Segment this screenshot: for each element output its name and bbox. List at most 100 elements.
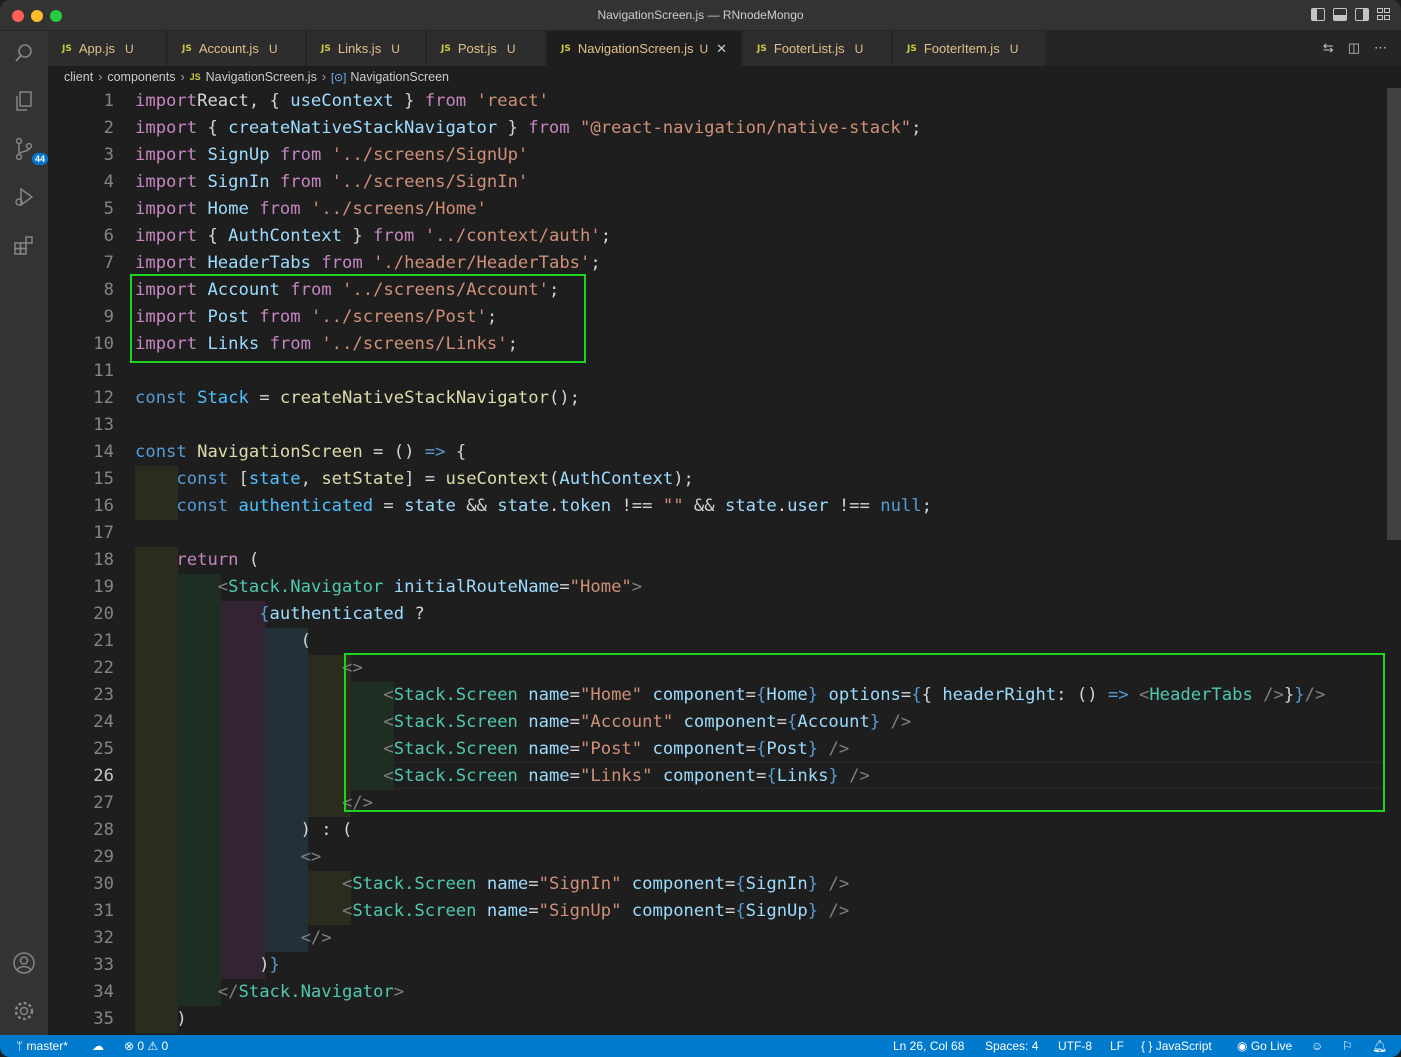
line-number: 14 xyxy=(93,442,114,462)
tab-post-js[interactable]: JS Post.js U xyxy=(427,31,546,66)
language-mode[interactable]: { } JavaScript xyxy=(1141,1039,1212,1053)
branch-status[interactable]: ᛘ master* xyxy=(16,1039,68,1053)
code-token: = xyxy=(373,496,405,516)
problems-status[interactable]: ⊗ 0 ⚠ 0 xyxy=(124,1039,168,1053)
run-debug-icon[interactable] xyxy=(10,183,38,211)
code-token: . xyxy=(776,496,788,516)
code-token: Stack xyxy=(197,388,249,408)
code-token: import xyxy=(135,199,198,219)
notifications-bell-icon[interactable]: 🔔︎ xyxy=(1372,1039,1387,1053)
tab-links-js[interactable]: JS Links.js U xyxy=(307,31,426,66)
tab-app-js[interactable]: JS App.js U xyxy=(48,31,167,66)
extensions-icon[interactable] xyxy=(10,231,38,259)
code-line: const NavigationScreen = () => { xyxy=(135,439,466,466)
toggle-panel-icon[interactable] xyxy=(1333,8,1347,21)
close-tab-icon[interactable]: ✕ xyxy=(716,41,727,57)
code-token: "Home" xyxy=(569,577,632,597)
error-icon: ⊗ xyxy=(124,1039,138,1053)
js-file-icon: JS xyxy=(757,43,767,54)
code-token: '../context/auth' xyxy=(424,226,601,246)
code-token: SignIn xyxy=(745,874,808,894)
line-number: 1 xyxy=(103,91,114,111)
tab-footerlist-js[interactable]: JS FooterList.js U xyxy=(743,31,892,66)
code-token: ) : ( xyxy=(135,820,353,840)
code-token: = xyxy=(724,901,736,921)
warning-icon: ⚠ xyxy=(144,1039,162,1053)
code-token: Stack.Navigator xyxy=(228,577,384,597)
code-line: </> xyxy=(135,790,373,817)
source-control-icon[interactable]: 44 xyxy=(10,135,49,165)
line-number: 34 xyxy=(93,982,114,1002)
code-token: = xyxy=(248,388,280,408)
code-token: const xyxy=(176,496,229,516)
code-token: ) xyxy=(135,955,270,975)
line-number: 17 xyxy=(93,523,114,543)
sync-icon[interactable]: ☁ xyxy=(92,1039,104,1053)
code-token: > xyxy=(393,982,405,1002)
tab-footeritem-js[interactable]: JS FooterItem.js U xyxy=(893,31,1046,66)
encoding-status[interactable]: UTF-8 xyxy=(1058,1039,1092,1053)
eol-status[interactable]: LF xyxy=(1110,1039,1124,1053)
line-number: 29 xyxy=(93,847,114,867)
toggle-secondary-sidebar-icon[interactable] xyxy=(1355,8,1369,21)
code-editor[interactable]: 1 2 3 4 5 6 7 8 9 10 11 12 13 14 15 16 17 18 19 20 21 22 23 24 2… xyxy=(48,88,1387,1035)
code-line: </> xyxy=(135,925,332,952)
code-token: . xyxy=(549,496,560,516)
line-number: 18 xyxy=(93,550,114,570)
search-icon[interactable] xyxy=(10,39,38,67)
customize-layout-icon[interactable] xyxy=(1377,8,1391,21)
tab-navigationscreen-js[interactable]: JS NavigationScreen.js U ✕ xyxy=(547,31,742,66)
code-token: import xyxy=(135,226,198,246)
go-live-button[interactable]: ◉ Go Live xyxy=(1237,1039,1292,1053)
toggle-primary-sidebar-icon[interactable] xyxy=(1311,8,1325,21)
scrollbar-thumb[interactable] xyxy=(1387,88,1401,540)
feedback-icon[interactable]: ⚐ xyxy=(1342,1039,1353,1053)
explorer-icon[interactable] xyxy=(10,87,38,115)
open-changes-icon[interactable]: ⇆ xyxy=(1323,40,1334,56)
line-number: 31 xyxy=(93,901,114,921)
window-title: NavigationScreen.js — RNnodeMongo xyxy=(597,8,804,22)
settings-gear-icon[interactable] xyxy=(10,997,38,1025)
line-number: 2 xyxy=(103,118,114,138)
code-token: } xyxy=(807,901,819,921)
breadcrumb-item[interactable]: client xyxy=(64,70,93,84)
line-number: 4 xyxy=(103,172,114,192)
breadcrumb-item[interactable]: components xyxy=(107,70,175,84)
tab-account-js[interactable]: JS Account.js U xyxy=(168,31,306,66)
cursor-position[interactable]: Ln 26, Col 68 xyxy=(893,1039,964,1053)
code-token: from xyxy=(528,118,570,138)
code-line: ) : ( xyxy=(135,817,353,844)
copilot-icon[interactable]: ☺ xyxy=(1311,1039,1323,1053)
line-number: 27 xyxy=(93,793,114,813)
line-number: 24 xyxy=(93,712,114,732)
line-number: 33 xyxy=(93,955,114,975)
code-token: SignIn xyxy=(207,172,270,192)
js-file-icon: JS xyxy=(182,43,192,54)
code-line: )} xyxy=(135,952,280,979)
code-token: /> xyxy=(828,874,850,894)
more-actions-icon[interactable]: ⋯ xyxy=(1374,40,1387,56)
code-token: < xyxy=(341,901,353,921)
code-line: {authenticated ? xyxy=(135,601,425,628)
breadcrumb-item[interactable]: NavigationScreen.js xyxy=(206,70,317,84)
indentation-status[interactable]: Spaces: 4 xyxy=(985,1039,1038,1053)
split-editor-icon[interactable]: ◫ xyxy=(1348,40,1360,56)
line-number: 6 xyxy=(103,226,114,246)
code-token: { xyxy=(735,874,746,894)
accounts-icon[interactable] xyxy=(10,949,38,977)
code-line: return ( xyxy=(135,547,259,574)
breadcrumb-item[interactable]: NavigationScreen xyxy=(350,70,449,84)
code-token: import xyxy=(135,118,198,138)
vertical-scrollbar[interactable] xyxy=(1387,88,1401,1035)
braces-icon: { } xyxy=(1141,1039,1156,1053)
